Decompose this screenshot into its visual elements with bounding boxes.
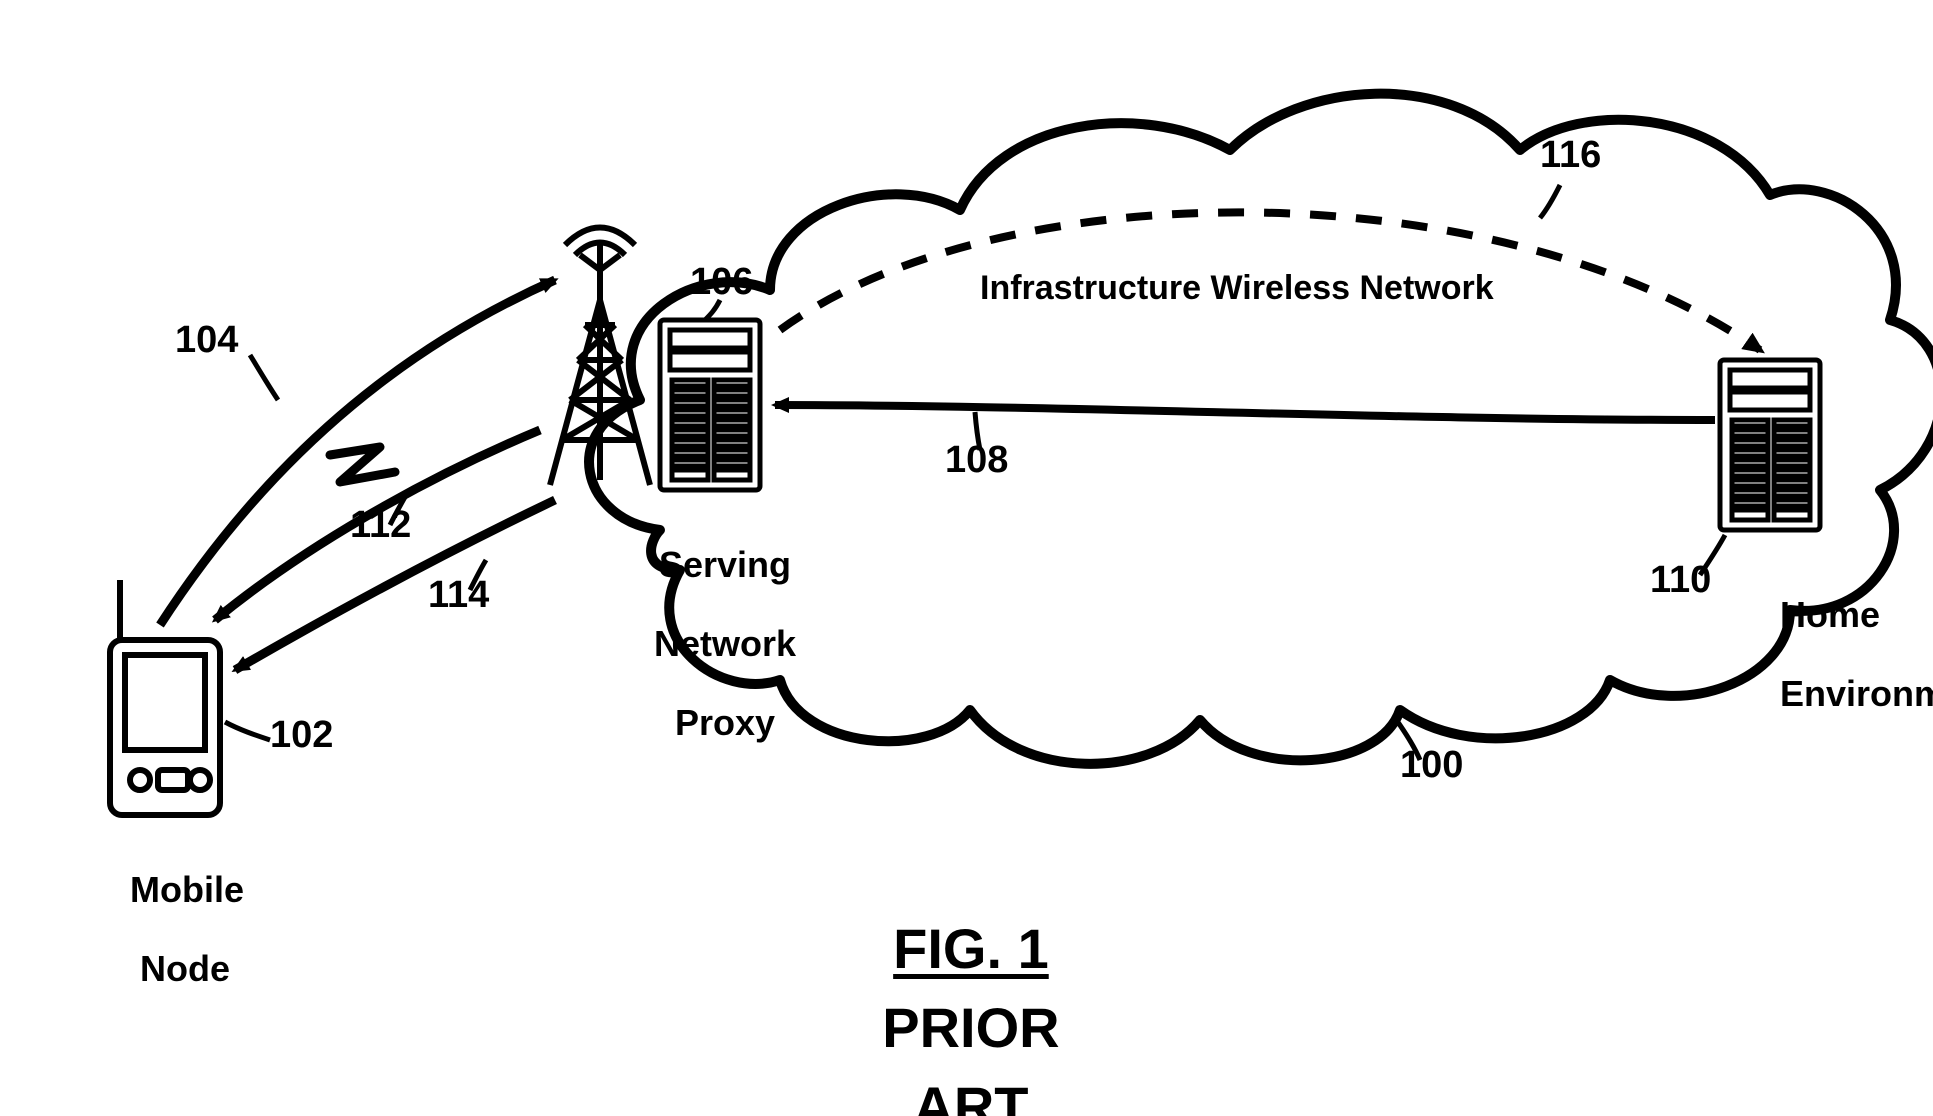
ref-104: 104 [175, 320, 238, 362]
ref-110: 110 [1650, 560, 1711, 602]
home-environment-server-icon [1720, 360, 1820, 530]
home-env-label-2: Environment [1780, 673, 1933, 714]
ref-112: 112 [350, 505, 411, 547]
serving-proxy-label-2: Network [654, 623, 796, 664]
ref-116: 116 [1540, 135, 1601, 177]
home-env-label-1: Home [1780, 594, 1880, 635]
ref-102: 102 [270, 715, 333, 757]
ref-108: 108 [945, 440, 1008, 482]
figure-subtitle-2: ART [913, 1075, 1028, 1116]
ref-106: 106 [690, 262, 753, 304]
ref-114: 114 [428, 575, 489, 617]
serving-proxy-label-3: Proxy [675, 702, 775, 743]
ref-100: 100 [1400, 745, 1463, 787]
serving-proxy-server-icon [660, 320, 760, 490]
figure-subtitle-1: PRIOR [882, 996, 1059, 1059]
network-title: Infrastructure Wireless Network [980, 270, 1494, 307]
figure-number: FIG. 1 [893, 917, 1049, 980]
serving-proxy-label-1: Serving [659, 544, 791, 585]
arrow-he-to-proxy [775, 405, 1715, 420]
